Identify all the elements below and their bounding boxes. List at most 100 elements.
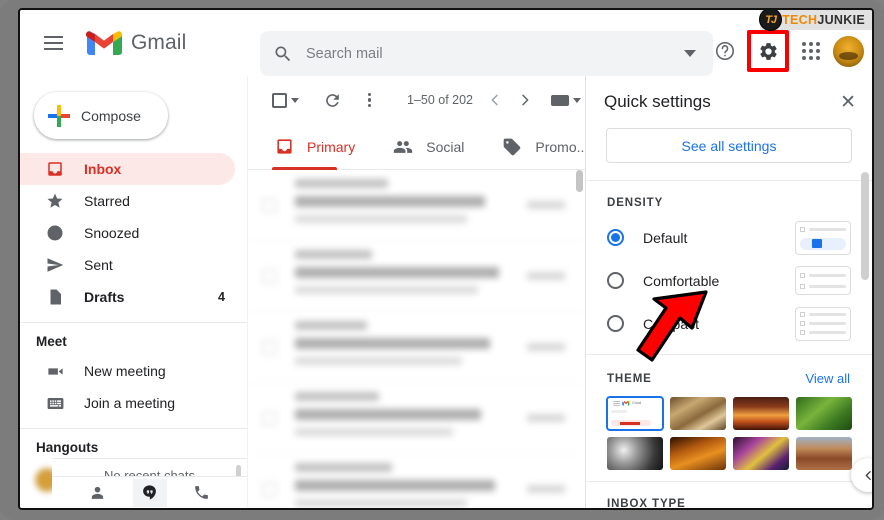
select-all-checkbox[interactable]: [268, 83, 303, 117]
sidebar-item-label: Join a meeting: [84, 395, 176, 411]
settings-gear-button[interactable]: [747, 30, 789, 72]
sidebar-item-join-meeting[interactable]: Join a meeting: [20, 387, 235, 419]
compose-button[interactable]: Compose: [34, 92, 168, 139]
theme-flowers[interactable]: [733, 437, 789, 470]
theme-section-heading: THEME View all: [586, 355, 872, 393]
watermark-junkie: JUNKIE: [817, 13, 865, 27]
table-row[interactable]: [248, 241, 585, 312]
density-preview-default: [795, 220, 851, 255]
mail-list-area: 1–50 of 202 Primary Social Promo...: [247, 76, 588, 508]
sidebar-item-inbox[interactable]: Inbox: [20, 153, 235, 185]
video-camera-icon: [45, 361, 65, 381]
more-vertical-icon: [367, 92, 372, 108]
radio-compact[interactable]: [607, 315, 624, 332]
input-tools-button[interactable]: [547, 83, 585, 117]
theme-chess[interactable]: [670, 397, 726, 430]
hangouts-section-title: Hangouts: [36, 440, 99, 455]
density-option-comfortable[interactable]: Comfortable: [586, 259, 872, 302]
avatar[interactable]: [833, 35, 864, 67]
browser-window-frame: Gmail Search mail TJ TECH JUNKIE Compose…: [0, 0, 884, 520]
view-all-themes-link[interactable]: View all: [805, 371, 850, 386]
sidebar-item-snoozed[interactable]: Snoozed: [20, 217, 235, 249]
theme-green-leaf[interactable]: [796, 397, 852, 430]
email-list[interactable]: [248, 170, 585, 508]
search-bar[interactable]: [260, 31, 713, 76]
refresh-icon: [326, 93, 339, 107]
apps-grid-icon: [802, 42, 820, 60]
theme-canyon-sunset[interactable]: [733, 397, 789, 430]
drafts-count: 4: [218, 290, 225, 304]
radio-comfortable[interactable]: [607, 272, 624, 289]
sidebar-item-label: Drafts: [84, 289, 125, 305]
send-icon: [45, 255, 65, 275]
sidebar-nav: Inbox Starred Snoozed Sent Drafts 4: [20, 153, 247, 313]
table-row[interactable]: [248, 170, 585, 241]
sidebar-item-sent[interactable]: Sent: [20, 249, 235, 281]
more-options-button[interactable]: [354, 83, 385, 117]
sidebar-item-drafts[interactable]: Drafts 4: [20, 281, 235, 313]
gmail-logo[interactable]: Gmail: [86, 30, 186, 57]
table-row[interactable]: [248, 312, 585, 383]
sidebar-item-label: Inbox: [84, 161, 122, 177]
tab-promotions[interactable]: Promo...: [502, 124, 588, 170]
inbox-type-section: INBOX TYPE: [586, 481, 872, 508]
people-icon: [393, 137, 413, 157]
gmail-m-logo-icon: [86, 30, 122, 57]
sidebar-item-label: New meeting: [84, 363, 166, 379]
search-icon[interactable]: [260, 31, 306, 76]
quick-settings-scrollbar[interactable]: [861, 172, 869, 280]
sidebar-item-new-meeting[interactable]: New meeting: [20, 355, 235, 387]
chevron-right-icon: [522, 94, 529, 106]
hangouts-calls-tab[interactable]: [185, 479, 219, 507]
keyboard-icon: [45, 393, 65, 413]
mail-list-scrollbar[interactable]: [576, 170, 583, 192]
chevron-left-icon: [491, 94, 498, 106]
tag-icon: [502, 137, 522, 157]
hangouts-chats-tab[interactable]: [132, 478, 167, 507]
table-row[interactable]: [248, 454, 585, 508]
theme-gmail-default[interactable]: Gmail: [606, 396, 664, 431]
compose-label: Compose: [81, 107, 141, 124]
theme-red-canyon[interactable]: [796, 437, 852, 470]
tab-label: Primary: [307, 138, 356, 155]
tab-label: Promo...: [535, 138, 589, 155]
hangouts-contacts-tab[interactable]: [81, 479, 115, 507]
mail-toolbar: 1–50 of 202: [248, 76, 585, 124]
person-icon: [91, 486, 104, 499]
chevron-down-icon: [572, 97, 581, 103]
main-menu-icon[interactable]: [32, 22, 74, 64]
theme-metal-spheres[interactable]: [607, 437, 663, 470]
keyboard-icon: [550, 94, 569, 106]
sidebar-item-starred[interactable]: Starred: [20, 185, 235, 217]
checkbox-icon: [272, 92, 287, 108]
next-page-button[interactable]: [510, 83, 541, 117]
header-actions: [705, 30, 864, 72]
density-option-default[interactable]: Default: [586, 216, 872, 259]
top-header: Gmail: [20, 10, 872, 76]
radio-default[interactable]: [607, 229, 624, 246]
tab-social[interactable]: Social: [393, 124, 464, 170]
google-apps-button[interactable]: [791, 31, 831, 71]
tab-label: Social: [426, 138, 465, 155]
search-input[interactable]: [306, 45, 667, 62]
density-preview-compact: [795, 306, 851, 341]
theme-orange-leaves[interactable]: [670, 437, 726, 470]
techjunkie-watermark: TJ TECH JUNKIE: [759, 10, 872, 31]
hangouts-quote-icon: [143, 485, 156, 500]
inbox-type-heading: INBOX TYPE: [586, 482, 872, 508]
density-section-heading: DENSITY: [586, 181, 872, 216]
plus-icon: [48, 104, 70, 127]
see-all-settings-button[interactable]: See all settings: [606, 128, 852, 163]
sidebar-item-label: Sent: [84, 257, 113, 273]
meet-section-title: Meet: [36, 334, 67, 349]
density-option-compact[interactable]: Compact: [586, 302, 872, 345]
quick-settings-panel: Quick settings ✕ See all settings DENSIT…: [585, 76, 872, 508]
table-row[interactable]: [248, 383, 585, 454]
tab-primary[interactable]: Primary: [271, 124, 356, 170]
close-icon[interactable]: ✕: [840, 93, 856, 112]
refresh-button[interactable]: [317, 83, 348, 117]
gmail-app: Gmail Search mail TJ TECH JUNKIE Compose…: [18, 8, 874, 510]
previous-page-button[interactable]: [479, 83, 510, 117]
support-icon[interactable]: [705, 31, 745, 71]
quick-settings-header: Quick settings ✕: [586, 76, 872, 128]
